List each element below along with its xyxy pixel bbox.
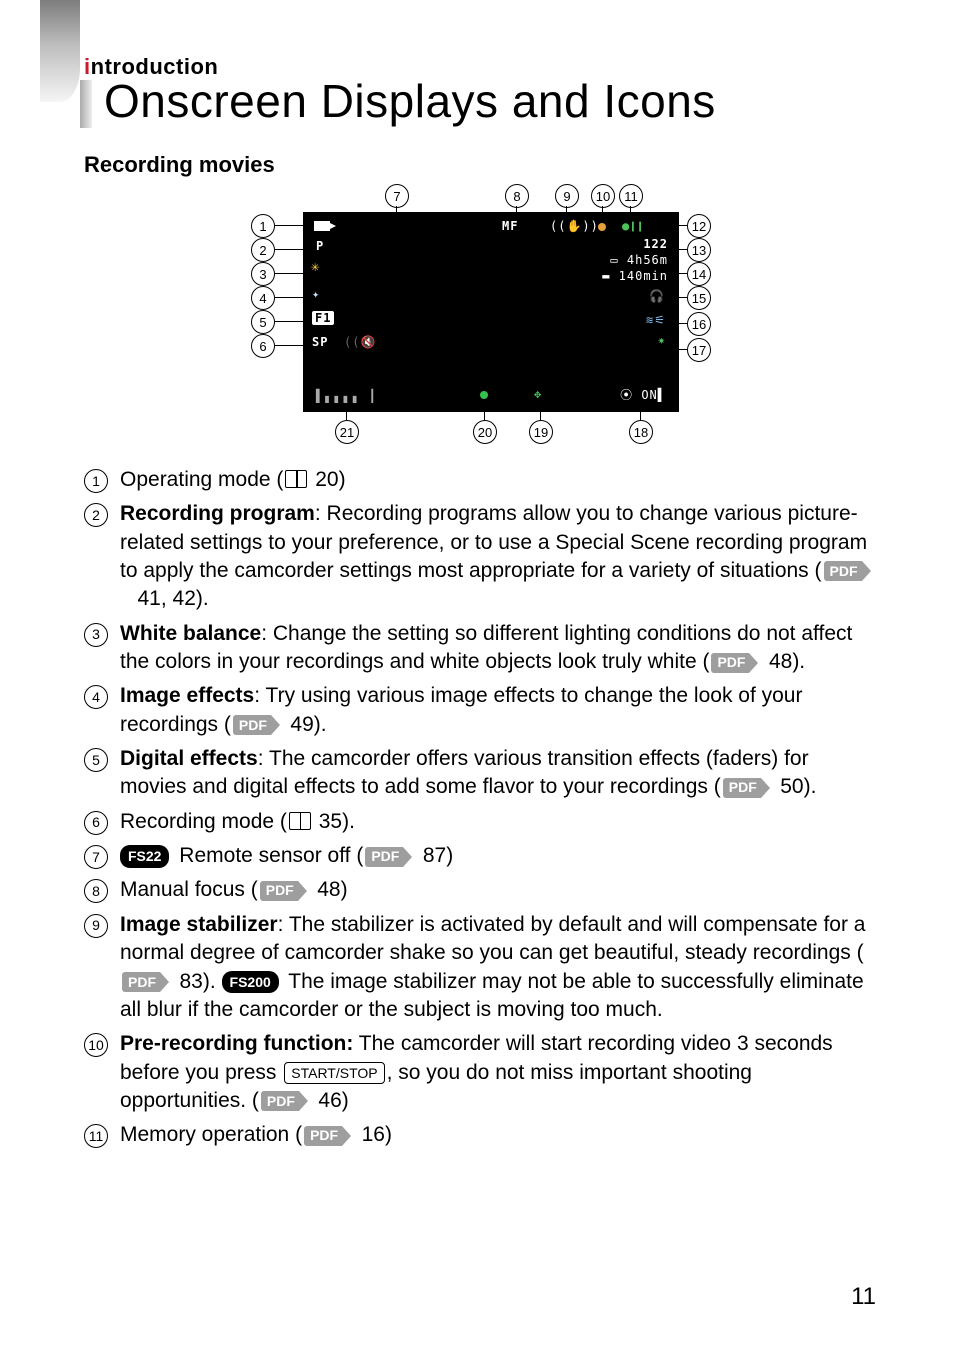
model-badge-fs200: FS200	[222, 971, 279, 994]
pdf-icon: PDF	[824, 561, 862, 581]
callout-2: 2	[251, 238, 275, 262]
joystick-icon: ✥	[534, 387, 542, 401]
backlight-icon: ✷	[658, 333, 666, 347]
callout-18: 18	[629, 420, 653, 444]
pdf-icon: PDF	[260, 881, 298, 901]
guide-on: ⦿ ON▌	[620, 386, 666, 403]
note-11: 11 Memory operation (PDF 16)	[84, 1121, 870, 1149]
scene-count: 122	[643, 237, 668, 251]
kicker-initial: i	[84, 54, 91, 79]
note-4: 4 Image effects: Try using various image…	[84, 682, 870, 739]
header-accent-shape	[40, 0, 80, 102]
callout-14: 14	[687, 262, 711, 286]
program-p: P	[316, 239, 324, 253]
pdf-icon: PDF	[365, 847, 403, 867]
title-accent-bar	[80, 80, 92, 128]
note-10: 10 Pre-recording function: The camcorder…	[84, 1030, 870, 1115]
pdf-icon: PDF	[233, 715, 271, 735]
manual-focus: MF	[502, 219, 518, 233]
note-1: 1 Operating mode ( 20)	[84, 466, 870, 494]
model-badge-fs22: FS22	[120, 845, 169, 868]
notes-list: 1 Operating mode ( 20) 2 Recording progr…	[78, 466, 876, 1150]
headphone-icon	[649, 289, 664, 304]
stabilizer-icon: ((✋))	[550, 219, 599, 233]
note-7: 7 FS22 Remote sensor off (PDF 87)	[84, 842, 870, 870]
start-stop-key: START/STOP	[284, 1062, 384, 1085]
book-icon	[289, 812, 311, 830]
note-3: 3 White balance: Change the setting so d…	[84, 620, 870, 677]
note-9: 9 Image stabilizer: The stabilizer is ac…	[84, 911, 870, 1024]
level-marker: ▌▖▖▖▖ ▎	[316, 389, 381, 403]
callout-11: 11	[619, 184, 643, 208]
pdf-icon: PDF	[711, 653, 749, 673]
callout-7: 7	[385, 184, 409, 208]
book-icon	[285, 470, 307, 488]
callout-9: 9	[555, 184, 579, 208]
center-marker-icon	[480, 391, 488, 399]
remote-off-icon: ((🔇	[344, 335, 376, 349]
page-number: 11	[851, 1283, 876, 1311]
callout-5: 5	[251, 310, 275, 334]
remaining-time: ▭ 4h56m	[610, 253, 668, 267]
note-5: 5 Digital effects: The camcorder offers …	[84, 745, 870, 802]
callout-19: 19	[529, 420, 553, 444]
note-6: 6 Recording mode ( 35).	[84, 808, 870, 836]
memory-operation: ●❙❙	[622, 219, 644, 233]
note-2: 2 Recording program: Recording programs …	[84, 500, 870, 613]
callout-21: 21	[335, 420, 359, 444]
battery-remaining: ▬ 140min	[602, 269, 668, 283]
prerec-icon	[598, 223, 606, 231]
callout-6: 6	[251, 334, 275, 358]
callout-1: 1	[251, 214, 275, 238]
recording-mode-sp: SP	[312, 335, 328, 349]
movie-mode-icon	[314, 221, 330, 231]
note-8: 8 Manual focus (PDF 48)	[84, 876, 870, 904]
section-heading: Recording movies	[84, 152, 876, 178]
wind-icon: ≋⚟	[646, 313, 666, 327]
white-balance-icon	[314, 265, 324, 275]
callout-8: 8	[505, 184, 529, 208]
digital-effect-f1: F1	[312, 311, 334, 325]
pdf-icon: PDF	[723, 778, 761, 798]
callout-20: 20	[473, 420, 497, 444]
pdf-icon: PDF	[304, 1126, 342, 1146]
callout-15: 15	[687, 286, 711, 310]
page-title: Onscreen Displays and Icons	[104, 74, 716, 128]
callout-17: 17	[687, 338, 711, 362]
callout-13: 13	[687, 238, 711, 262]
pdf-icon: PDF	[261, 1091, 299, 1111]
callout-16: 16	[687, 312, 711, 336]
callout-12: 12	[687, 214, 711, 238]
callout-3: 3	[251, 262, 275, 286]
image-effect-icon: ✦	[312, 287, 320, 301]
lcd-screen: P ✦ F1 SP ((🔇 MF ((✋)) ●❙❙ 122 ▭ 4h56m ▬…	[303, 212, 679, 412]
callout-4: 4	[251, 286, 275, 310]
callout-10: 10	[591, 184, 615, 208]
pdf-icon: PDF	[122, 972, 160, 992]
lcd-diagram: 7 8 9 10 11 1 2 3 4 5 6 12	[197, 184, 757, 444]
